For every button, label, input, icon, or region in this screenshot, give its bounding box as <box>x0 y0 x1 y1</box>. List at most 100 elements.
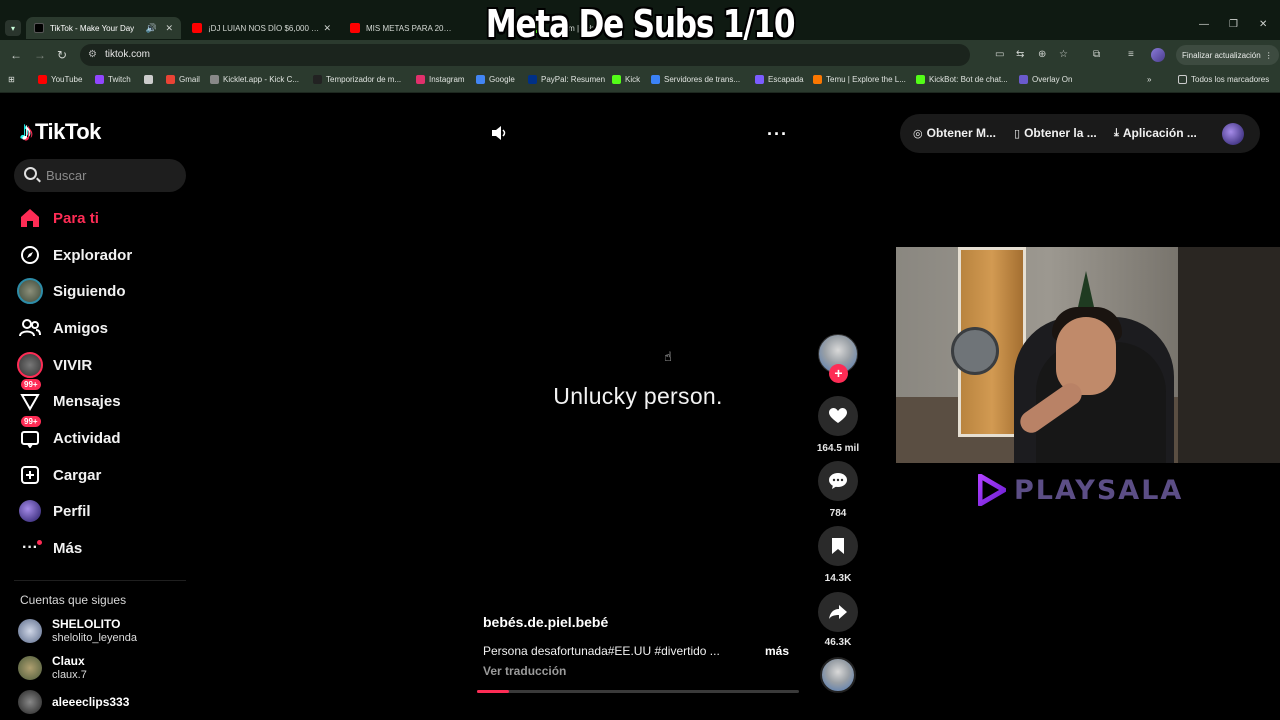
bookmark-item[interactable]: Servidores de trans... <box>651 75 740 84</box>
bookmark-label: Overlay On <box>1032 75 1073 84</box>
all-bookmarks-folder[interactable]: Todos los marcadores <box>1178 75 1269 84</box>
finish-update-button[interactable]: Finalizar actualización ⋮ <box>1176 45 1279 65</box>
tiktok-favicon-icon <box>34 23 44 33</box>
nav-vivir[interactable]: VIVIR <box>16 350 92 380</box>
update-label: Finalizar actualización <box>1182 50 1261 60</box>
user-avatar[interactable] <box>1222 123 1244 145</box>
search-input[interactable] <box>46 159 176 192</box>
bookmark-favicon-icon <box>755 75 764 84</box>
more-bookmarks-icon[interactable]: » <box>1147 75 1151 84</box>
phone-icon: ▯ <box>1014 127 1021 140</box>
nav-cargar[interactable]: Cargar <box>16 460 101 490</box>
video-description: Persona desafortunada#EE.UU #divertido .… <box>483 644 720 658</box>
nav-label: Actividad <box>53 429 121 447</box>
reload-icon[interactable]: ↻ <box>57 48 67 62</box>
volume-icon[interactable] <box>491 125 507 146</box>
nav-label: Perfil <box>53 502 91 520</box>
video-progress-bar[interactable] <box>477 690 799 693</box>
bookmark-star-icon[interactable]: ☆ <box>1059 49 1068 60</box>
following-account[interactable]: aleeeclips333 <box>18 690 129 714</box>
upload-icon <box>16 461 44 489</box>
bookmark-item[interactable]: Google <box>476 75 515 84</box>
desktop-app-button[interactable]: ⤓ Aplicación ... <box>1114 126 1197 140</box>
bookmark-favicon-icon <box>416 75 425 84</box>
following-account[interactable]: Claux claux.7 <box>18 654 87 682</box>
bookmark-item[interactable]: Kick <box>612 75 640 84</box>
nav-perfil[interactable]: Perfil <box>16 496 91 526</box>
cast-icon[interactable]: ▭ <box>995 49 1004 60</box>
comment-button[interactable] <box>818 461 858 501</box>
follow-plus-icon[interactable]: + <box>829 364 848 383</box>
bookmark-item[interactable]: Twitch <box>95 75 131 84</box>
music-disc-icon[interactable] <box>820 657 856 693</box>
video-options-icon[interactable]: ··· <box>767 124 788 145</box>
video-caption-text: Unlucky person. <box>553 383 723 409</box>
bookmark-icon <box>832 538 844 554</box>
coin-icon: ◎ <box>913 127 923 140</box>
nav-para-ti[interactable]: Para ti <box>16 203 99 233</box>
nav-label: Cargar <box>53 466 102 484</box>
description-more-link[interactable]: más <box>765 644 789 658</box>
bookmark-item[interactable]: Instagram <box>416 75 465 84</box>
site-info-icon[interactable]: ⚙ <box>88 49 97 60</box>
bookmark-item[interactable]: Overlay On <box>1019 75 1072 84</box>
get-app-button[interactable]: ▯ Obtener la ... <box>1014 126 1097 140</box>
nav-mas[interactable]: ··· Más <box>16 533 82 563</box>
bookmark-item[interactable]: Temporizador de m... <box>313 75 401 84</box>
bookmark-favicon-icon <box>612 75 621 84</box>
restore-icon[interactable]: ❐ <box>1229 19 1238 30</box>
like-button[interactable] <box>818 396 858 436</box>
apps-grid-icon[interactable]: ⊞ <box>8 75 15 84</box>
bookmark-item[interactable]: Kicklet.app - Kick C... <box>210 75 299 84</box>
save-button[interactable] <box>818 526 858 566</box>
nav-amigos[interactable]: Amigos <box>16 313 108 343</box>
nav-label: VIVIR <box>53 356 93 374</box>
kebab-menu-icon[interactable]: ⋮ <box>1265 51 1273 60</box>
bookmark-item[interactable]: Gmail <box>166 75 200 84</box>
address-bar: ← → ↻ ⚙ tiktok.com ▭ ⇆ ⊕ ☆ ⧉ ≡ Finalizar… <box>0 40 1280 69</box>
bookmark-item[interactable]: KickBot: Bot de chat... <box>916 75 1008 84</box>
all-bookmarks-label: Todos los marcadores <box>1191 75 1270 84</box>
see-translation-link[interactable]: Ver traducción <box>483 664 566 678</box>
translate-icon[interactable]: ⇆ <box>1016 49 1024 60</box>
video-author[interactable]: bebés.de.piel.bebé <box>483 614 608 630</box>
nav-mensajes[interactable]: 99+ Mensajes <box>16 379 121 416</box>
get-coins-button[interactable]: ◎ Obtener M... <box>913 126 996 140</box>
share-button[interactable] <box>818 592 858 632</box>
search-box[interactable] <box>14 159 186 192</box>
media-control-icon[interactable]: ≡ <box>1128 49 1134 60</box>
bookmark-item[interactable]: PayPal: Resumen <box>528 75 605 84</box>
url-omnibox[interactable]: ⚙ tiktok.com <box>80 44 970 66</box>
bookmark-favicon-icon <box>528 75 537 84</box>
bookmark-item[interactable]: YouTube <box>38 75 82 84</box>
close-window-icon[interactable]: ✕ <box>1259 19 1267 30</box>
account-handle: claux.7 <box>52 669 87 681</box>
back-icon[interactable]: ← <box>10 48 22 62</box>
nav-label: Más <box>53 539 83 557</box>
minimize-icon[interactable]: — <box>1199 19 1209 30</box>
nav-actividad[interactable]: 99+ Actividad <box>16 416 121 453</box>
forward-icon[interactable]: → <box>34 48 46 62</box>
bookmark-item[interactable] <box>144 75 157 84</box>
bookmark-label: Twitch <box>108 75 131 84</box>
bookmark-item[interactable]: Escapada <box>755 75 804 84</box>
zoom-icon[interactable]: ⊕ <box>1038 49 1046 60</box>
tab-search-button[interactable]: ▾ <box>5 20 21 36</box>
browser-profile-avatar[interactable] <box>1151 48 1165 62</box>
bookmark-label: Temporizador de m... <box>326 75 402 84</box>
nav-siguiendo[interactable]: Siguiendo <box>16 276 126 306</box>
get-coins-label: Obtener M... <box>926 126 996 140</box>
nav-label: Siguiendo <box>53 282 126 300</box>
bookmark-label: Gmail <box>179 75 200 84</box>
extensions-icon[interactable]: ⧉ <box>1093 49 1100 60</box>
tiktok-note-icon: ♪ <box>20 116 33 146</box>
playsala-text: PLAYSALA <box>1014 474 1184 506</box>
bookmark-item[interactable]: Temu | Explore the L... <box>813 75 906 84</box>
nav-explorador[interactable]: Explorador <box>16 240 132 270</box>
bookmark-favicon-icon <box>210 75 219 84</box>
playsala-sponsor-logo: PLAYSALA <box>978 474 1183 506</box>
account-handle: shelolito_leyenda <box>52 632 138 644</box>
url-text[interactable]: tiktok.com <box>105 49 150 60</box>
following-account[interactable]: SHELOLITO shelolito_leyenda <box>18 617 137 645</box>
tiktok-logo[interactable]: ♪ TikTok <box>20 116 101 147</box>
